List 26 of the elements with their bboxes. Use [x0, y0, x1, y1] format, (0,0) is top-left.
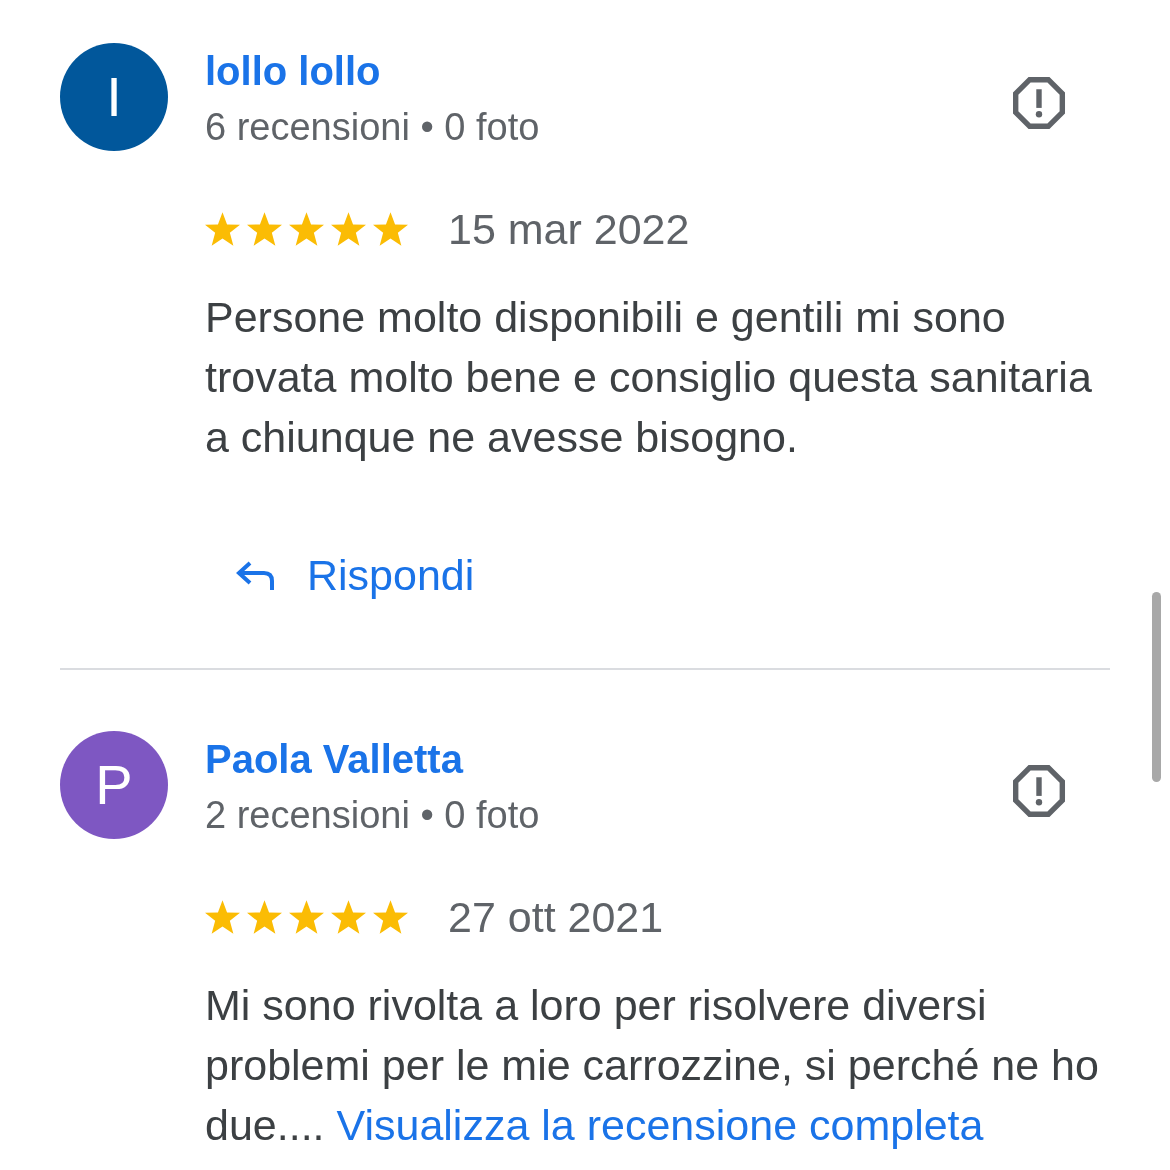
review-date: 15 mar 2022 — [448, 204, 690, 254]
reviewer-stats: 6 recensioni • 0 foto — [205, 105, 540, 150]
reviewer-stats: 2 recensioni • 0 foto — [205, 793, 540, 838]
scrollbar-thumb[interactable] — [1152, 592, 1161, 782]
star-icon — [373, 212, 408, 246]
star-icon — [205, 212, 240, 246]
review-text: Mi sono rivolta a loro per risolvere diversi problemi per le mie carrozzine, si perché ne ho due.... Visualizza la recensione completa — [205, 980, 1100, 1151]
star-icon — [289, 900, 324, 934]
star-icon — [205, 900, 240, 934]
avatar[interactable]: I — [60, 43, 168, 151]
star-icon — [331, 212, 366, 246]
avatar[interactable]: P — [60, 731, 168, 839]
alert-octagon-icon[interactable] — [1012, 764, 1066, 818]
star-icon — [247, 212, 282, 246]
star-icon — [373, 900, 408, 934]
reviewer-name[interactable]: lollo lollo — [205, 43, 381, 99]
reply-button[interactable]: Rispondi — [235, 545, 475, 605]
star-icon — [331, 900, 366, 934]
star-icon — [289, 212, 324, 246]
reply-arrow-icon — [235, 560, 275, 590]
review-date: 27 ott 2021 — [448, 892, 664, 942]
reviewer-name[interactable]: Paola Valletta — [205, 731, 463, 787]
review-text: Persone molto disponibili e gentili mi sono trovata molto bene e consiglio questa sanitaria a chiunque ne avesse bisogno. — [205, 292, 1093, 463]
star-icon — [247, 900, 282, 934]
alert-octagon-icon[interactable] — [1012, 76, 1066, 130]
full-review-link[interactable]: Visualizza la recensione completa — [336, 1101, 984, 1149]
